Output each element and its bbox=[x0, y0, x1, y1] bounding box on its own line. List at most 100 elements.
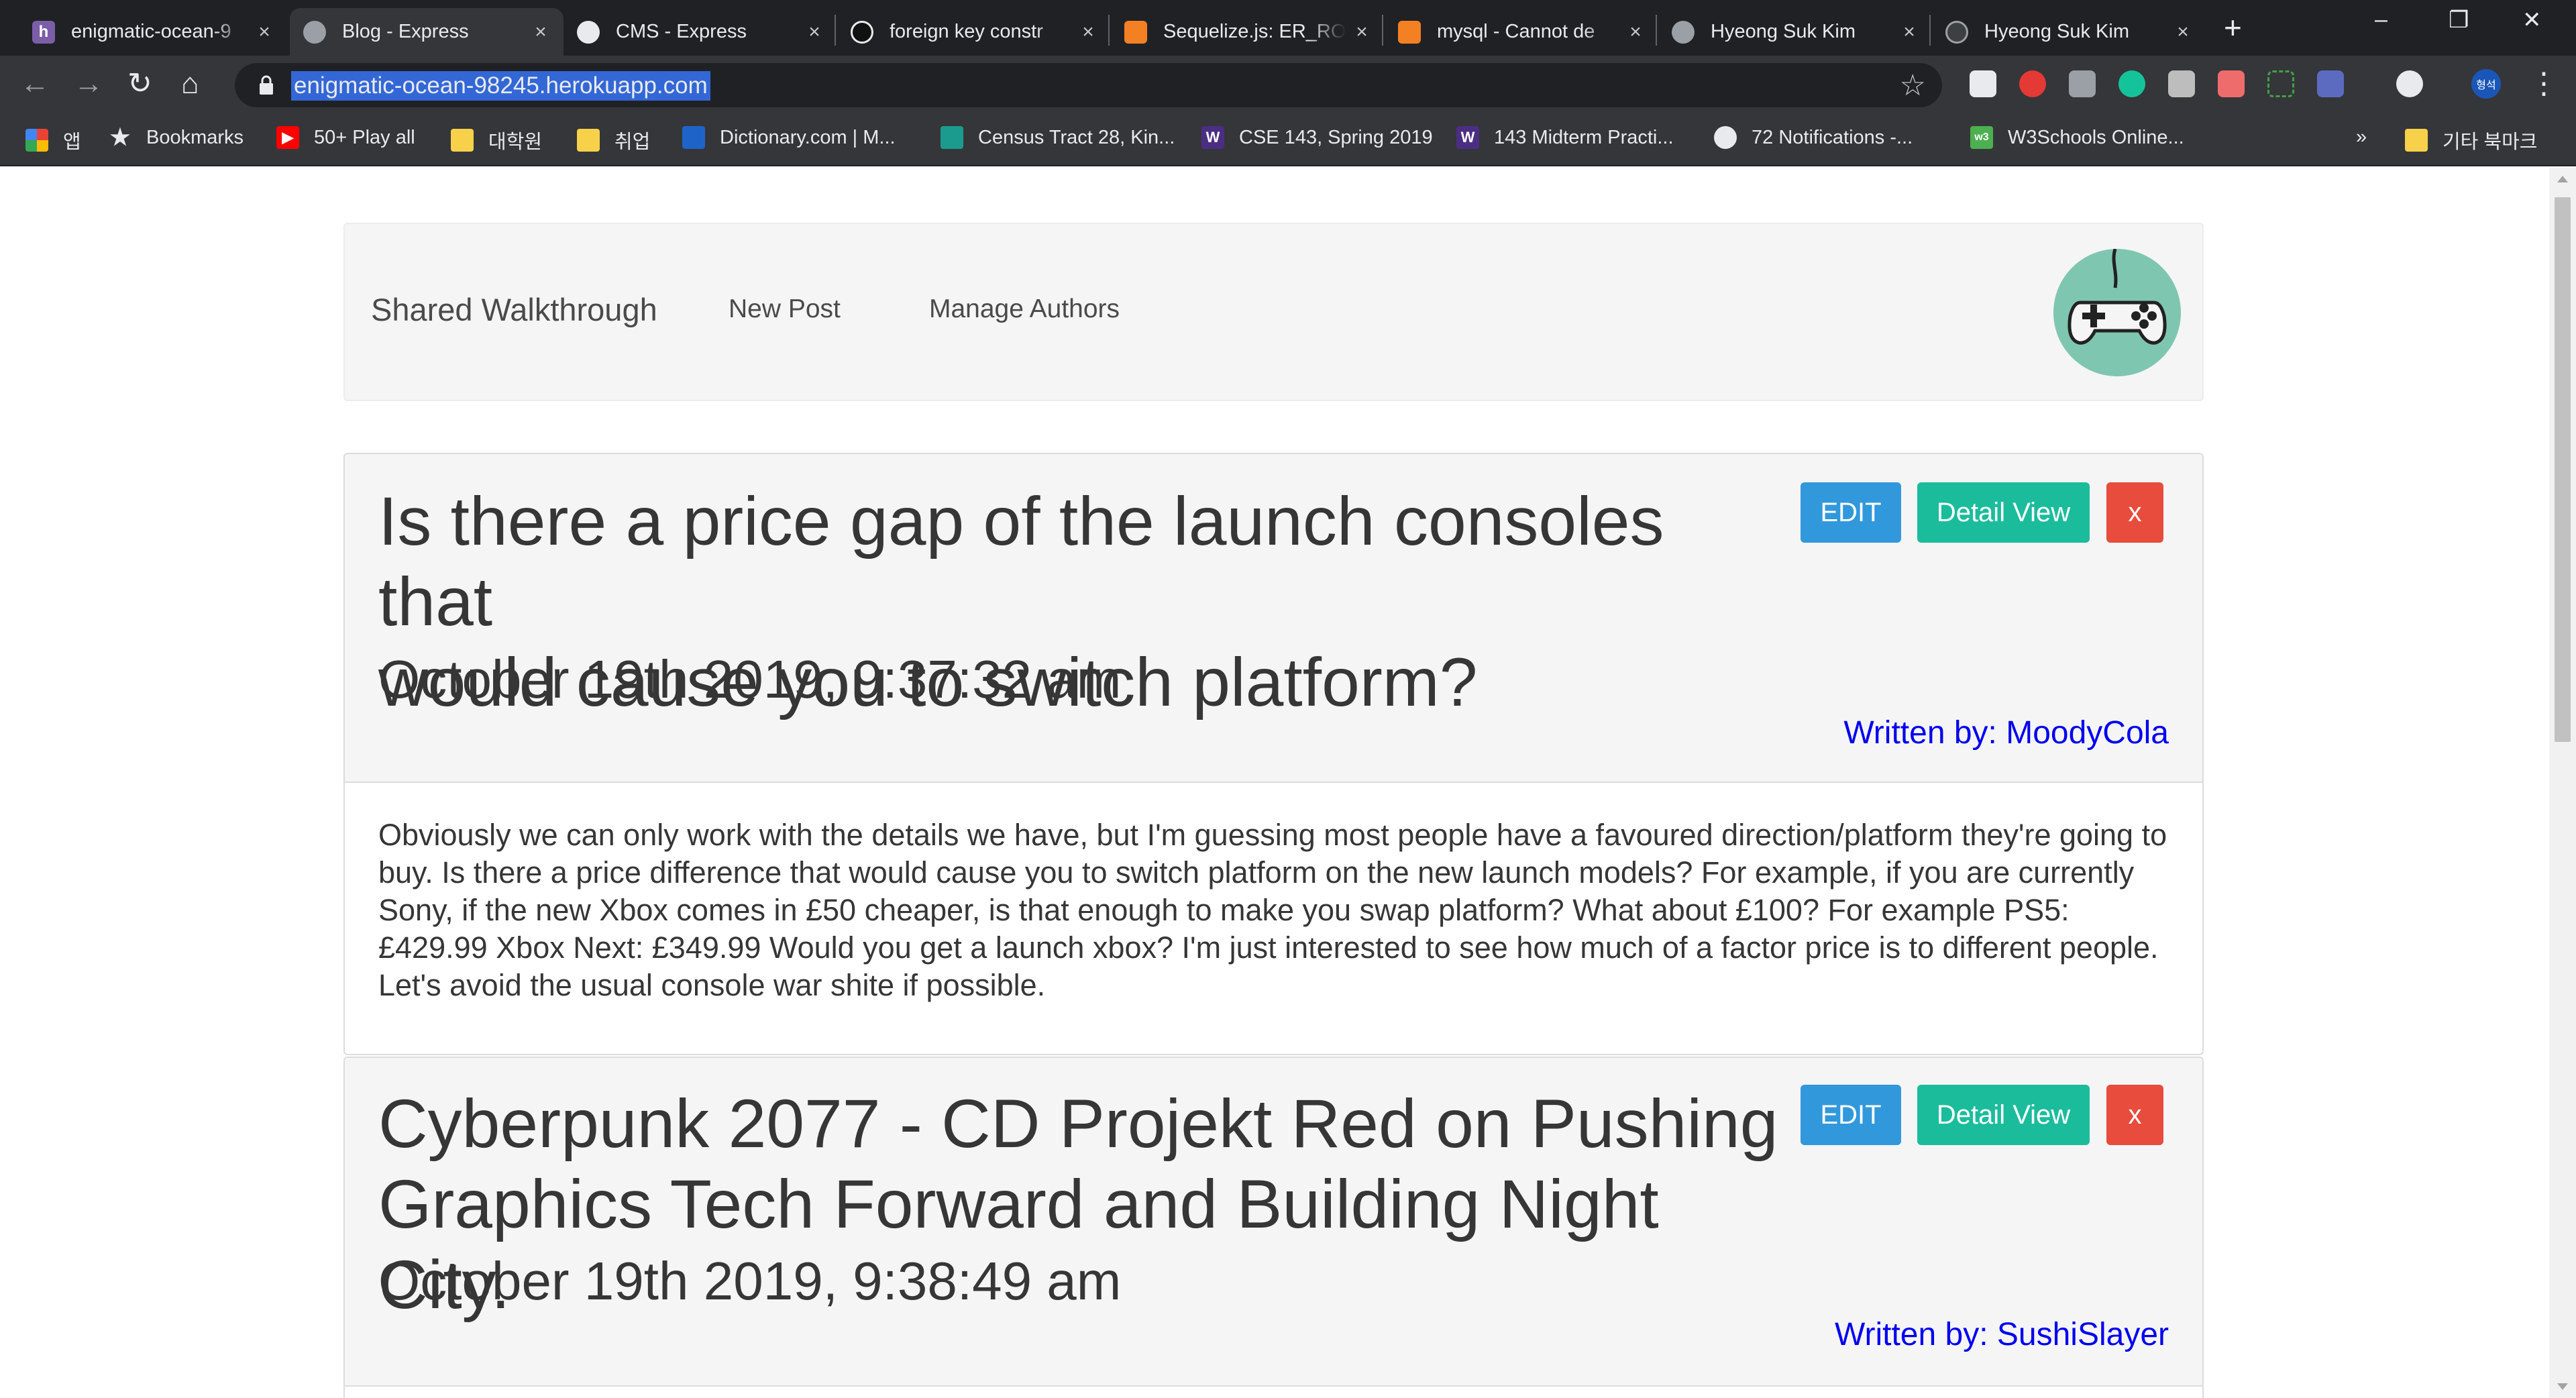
star-icon: ★ bbox=[109, 125, 131, 150]
nav-manage-authors[interactable]: Manage Authors bbox=[929, 294, 1120, 324]
bookmark-label: 대학원 bbox=[488, 131, 543, 153]
bookmark-bookmarks[interactable]: ★ Bookmarks bbox=[109, 125, 244, 150]
menu-kebab-icon[interactable]: ⋮ bbox=[2529, 69, 2559, 99]
folder-icon bbox=[451, 129, 474, 152]
bookmark-folder[interactable]: 취업 bbox=[577, 126, 650, 154]
bookmark-dictionary[interactable]: Dictionary.com | M... bbox=[682, 126, 896, 149]
browser-tab[interactable]: h enigmatic-ocean-9 × bbox=[19, 8, 287, 56]
browser-tab-strip: h enigmatic-ocean-9 × Blog - Express × C… bbox=[0, 0, 2576, 56]
minimize-icon[interactable]: – bbox=[2375, 7, 2387, 33]
close-tab-icon[interactable]: × bbox=[2174, 21, 2192, 44]
translate-extension-icon[interactable] bbox=[2168, 70, 2195, 97]
browser-tab-active[interactable]: Blog - Express × bbox=[290, 8, 564, 56]
post-body: Obviously we can only work with the deta… bbox=[378, 818, 2167, 1002]
globe-icon bbox=[577, 20, 600, 44]
browser-tab[interactable]: Hyeong Suk Kim × bbox=[1658, 8, 1932, 56]
bookmark-notifications[interactable]: 72 Notifications -... bbox=[1714, 126, 1913, 149]
address-bar[interactable]: enigmatic-ocean-98245.herokuapp.com ☆ bbox=[235, 63, 1942, 107]
close-tab-icon[interactable]: × bbox=[1079, 21, 1097, 44]
reload-icon[interactable]: ↻ bbox=[127, 69, 152, 99]
adblock-extension-icon[interactable] bbox=[2019, 70, 2046, 97]
apps-grid-icon bbox=[25, 129, 48, 152]
screenshot-extension-icon[interactable] bbox=[2267, 70, 2294, 97]
bookmarks-overflow-button[interactable]: » bbox=[2356, 126, 2367, 148]
detail-view-button[interactable]: Detail View bbox=[1917, 482, 2090, 543]
bookmark-w3schools[interactable]: w3 W3Schools Online... bbox=[1970, 126, 2184, 149]
delete-button[interactable]: x bbox=[2106, 482, 2163, 543]
scrollbar-thumb[interactable] bbox=[2555, 197, 2571, 742]
edit-button[interactable]: EDIT bbox=[1801, 482, 1901, 543]
bookmark-apps[interactable]: 앱 bbox=[25, 126, 81, 154]
browser-tab[interactable]: CMS - Express × bbox=[564, 8, 837, 56]
bookmark-label: Dictionary.com | M... bbox=[720, 126, 896, 148]
home-icon[interactable]: ⌂ bbox=[181, 69, 199, 99]
forward-icon[interactable]: → bbox=[74, 69, 103, 99]
nav-new-post[interactable]: New Post bbox=[729, 294, 841, 324]
post-header: Is there a price gap of the launch conso… bbox=[345, 454, 2202, 783]
brand-link[interactable]: Shared Walkthrough bbox=[371, 291, 657, 328]
scroll-down-arrow-icon[interactable] bbox=[2557, 1383, 2568, 1390]
gamepad-logo-icon bbox=[2053, 249, 2181, 376]
globe-icon bbox=[303, 20, 326, 44]
author-link[interactable]: Written by: MoodyCola bbox=[1843, 714, 2169, 751]
close-tab-icon[interactable]: × bbox=[531, 21, 550, 44]
lock-icon bbox=[260, 75, 273, 95]
close-tab-icon[interactable]: × bbox=[1352, 21, 1371, 44]
close-tab-icon[interactable]: × bbox=[1900, 21, 1919, 44]
grammarly-extension-icon[interactable] bbox=[2118, 70, 2145, 97]
bookmark-label: 143 Midterm Practi... bbox=[1494, 126, 1674, 148]
bookmark-folder[interactable]: 대학원 bbox=[451, 126, 542, 154]
scroll-up-arrow-icon[interactable] bbox=[2557, 176, 2568, 182]
bookmark-midterm[interactable]: W 143 Midterm Practi... bbox=[1456, 126, 1674, 149]
tab-title: Hyeong Suk Kim bbox=[1711, 21, 1856, 42]
author-link[interactable]: Written by: SushiSlayer bbox=[1835, 1316, 2169, 1353]
document-extension-icon[interactable] bbox=[1970, 70, 1996, 97]
github-icon bbox=[1945, 20, 1968, 44]
profile-avatar[interactable]: 형석 bbox=[2471, 69, 2501, 99]
close-tab-icon[interactable]: × bbox=[805, 21, 824, 44]
back-icon[interactable]: ← bbox=[20, 69, 50, 99]
edit-button[interactable]: EDIT bbox=[1801, 1085, 1901, 1145]
browser-tab[interactable]: Sequelize.js: ER_RO × bbox=[1111, 8, 1385, 56]
tab-title: Hyeong Suk Kim bbox=[1984, 21, 2129, 42]
browser-tab[interactable]: Hyeong Suk Kim × bbox=[1932, 8, 2206, 56]
post-title-line: Cyberpunk 2077 - CD Projekt Red on Pushi… bbox=[378, 1085, 1778, 1162]
bookmark-youtube[interactable]: ▶ 50+ Play all bbox=[276, 126, 415, 149]
new-tab-button[interactable]: + bbox=[2224, 9, 2242, 46]
video-extension-icon[interactable] bbox=[2218, 70, 2245, 97]
stackoverflow-icon bbox=[1124, 20, 1147, 44]
tab-title: enigmatic-ocean-9 bbox=[71, 21, 231, 42]
bookmark-star-icon[interactable]: ☆ bbox=[1900, 68, 1926, 103]
signal-extension-icon[interactable] bbox=[2069, 70, 2096, 97]
puzzle-extension-icon[interactable] bbox=[2317, 70, 2344, 97]
bookmark-cse143[interactable]: W CSE 143, Spring 2019 bbox=[1201, 126, 1433, 149]
post-date: October 19th 2019, 9:37:32 am bbox=[378, 649, 1122, 709]
close-tab-icon[interactable]: × bbox=[1626, 21, 1645, 44]
bookmark-label: W3Schools Online... bbox=[2008, 126, 2184, 148]
tab-title: Blog - Express bbox=[342, 21, 469, 42]
page-scrollbar[interactable] bbox=[2549, 168, 2576, 1398]
bookmark-label: 72 Notifications -... bbox=[1752, 126, 1913, 148]
delete-button[interactable]: x bbox=[2106, 1085, 2163, 1145]
tab-title: Sequelize.js: ER_RO bbox=[1163, 21, 1346, 42]
close-window-icon[interactable]: ✕ bbox=[2522, 7, 2542, 34]
bookmark-census[interactable]: Census Tract 28, Kin... bbox=[941, 126, 1175, 149]
detail-view-button[interactable]: Detail View bbox=[1917, 1085, 2090, 1145]
browser-tab[interactable]: mysql - Cannot de × bbox=[1385, 8, 1658, 56]
other-bookmarks[interactable]: 기타 북마크 bbox=[2405, 126, 2537, 154]
account-extension-icon[interactable] bbox=[2396, 70, 2423, 97]
bookmark-label: 50+ Play all bbox=[314, 126, 415, 148]
census-icon bbox=[941, 126, 963, 149]
stackoverflow-icon bbox=[1398, 20, 1421, 44]
browser-tab[interactable]: foreign key constr × bbox=[837, 8, 1111, 56]
post-date: October 19th 2019, 9:38:49 am bbox=[378, 1251, 1122, 1311]
uw-icon: W bbox=[1201, 126, 1224, 149]
restore-icon[interactable]: ❐ bbox=[2449, 7, 2469, 34]
url-text[interactable]: enigmatic-ocean-98245.herokuapp.com bbox=[291, 71, 710, 101]
post-card: Is there a price gap of the launch conso… bbox=[343, 453, 2204, 1055]
dictionary-icon bbox=[682, 126, 705, 149]
github-icon bbox=[1714, 126, 1737, 149]
close-tab-icon[interactable]: × bbox=[255, 21, 274, 44]
browser-toolbar: ← → ↻ ⌂ enigmatic-ocean-98245.herokuapp.… bbox=[0, 56, 2576, 114]
tab-title: foreign key constr bbox=[890, 21, 1043, 42]
